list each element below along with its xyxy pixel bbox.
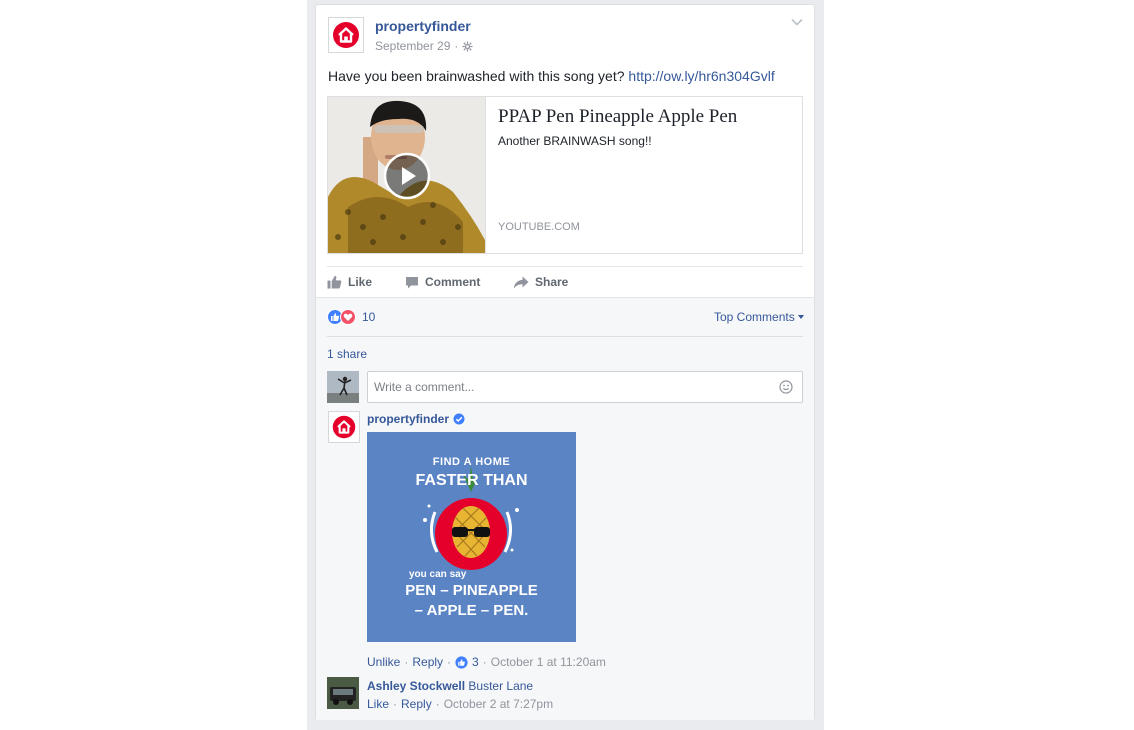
commenter-avatar[interactable] [328,411,360,443]
shares-count[interactable]: 1 share [327,347,367,361]
promo-image[interactable]: FIND A HOME FASTER THAN you can say PEN … [367,432,576,642]
separator: · [393,697,398,711]
comment-body: Ashley Stockwell Buster Lane [367,679,533,693]
like-reaction-icon [455,655,468,669]
comment-icon [406,276,418,288]
commenter-avatar-image [327,677,359,709]
video-thumbnail[interactable] [328,97,486,253]
separator: · [404,655,409,669]
separator: · [482,655,487,669]
home-logo-icon [333,22,359,48]
promo-line-1: FIND A HOME [432,456,511,468]
reaction-count[interactable]: 10 [362,310,375,324]
comment-input[interactable] [368,372,754,402]
divider [327,266,803,267]
tagged-name[interactable]: Buster Lane [468,679,533,693]
home-logo-icon [332,415,356,439]
comment-button[interactable]: Comment [405,275,480,289]
divider [327,336,803,337]
user-avatar-image [327,371,359,403]
promo-line-2: FASTER THAN [415,472,528,489]
user-avatar[interactable] [327,371,359,403]
share-button[interactable]: Share [513,275,568,289]
separator: · [447,655,452,669]
caret-down-icon [797,315,804,319]
separator: · [435,697,440,711]
comment-label: Comment [425,275,481,289]
gear-icon[interactable] [462,40,473,52]
post-link[interactable]: http://ow.ly/hr6n304Gvlf [628,68,774,84]
promo-line-4: PEN – PINEAPPLE [405,582,538,599]
link-preview-text: PPAP Pen Pineapple Apple Pen Another BRA… [486,97,802,253]
share-arrow-icon [513,276,529,288]
like-button[interactable]: Like [327,275,372,289]
meta-separator: · [454,39,459,53]
promo-line-5: – APPLE – PEN. [414,602,529,619]
page-avatar[interactable] [328,17,364,53]
love-reaction-icon [340,309,356,325]
comment-actions: Like · Reply · October 2 at 7:27pm [367,697,553,711]
link-domain: YOUTUBE.COM [498,221,580,233]
chevron-down-icon[interactable] [791,18,803,26]
comment-header: propertyfinder [367,412,465,426]
share-label: Share [535,275,569,289]
comment-author[interactable]: Ashley Stockwell [367,679,465,693]
verified-badge-icon [453,413,465,425]
promo-line-3: you can say [409,569,467,580]
post-date[interactable]: September 29 [375,39,450,53]
comment-like-count[interactable]: 3 [472,655,479,669]
sort-label: Top Comments [714,310,795,324]
link-description: Another BRAINWASH song!! [498,134,652,148]
comment-input-box[interactable] [367,371,803,403]
link-preview-card[interactable]: PPAP Pen Pineapple Apple Pen Another BRA… [327,96,803,254]
comment-timestamp[interactable]: October 2 at 7:27pm [444,697,553,711]
unlike-link[interactable]: Unlike [367,655,400,669]
comment-author[interactable]: propertyfinder [367,412,449,426]
like-link[interactable]: Like [367,697,389,711]
emoji-icon[interactable] [779,380,793,394]
post-text: Have you been brainwashed with this song… [328,68,775,84]
reactions-summary[interactable]: 10 [327,309,375,325]
comment-timestamp[interactable]: October 1 at 11:20am [491,655,606,669]
commenter-avatar[interactable] [327,677,359,709]
comment-actions: Unlike · Reply · 3 · October 1 at 11:20a… [367,655,606,669]
thumbs-up-icon [327,275,342,289]
post-author[interactable]: propertyfinder [375,18,471,34]
play-icon[interactable] [383,152,431,200]
post-meta: September 29 · [375,39,473,53]
link-title[interactable]: PPAP Pen Pineapple Apple Pen [498,106,737,128]
like-label: Like [348,275,373,289]
reply-link[interactable]: Reply [401,697,432,711]
top-comments-dropdown[interactable]: Top Comments [714,310,804,324]
post-message: Have you been brainwashed with this song… [328,68,625,84]
reply-link[interactable]: Reply [412,655,443,669]
